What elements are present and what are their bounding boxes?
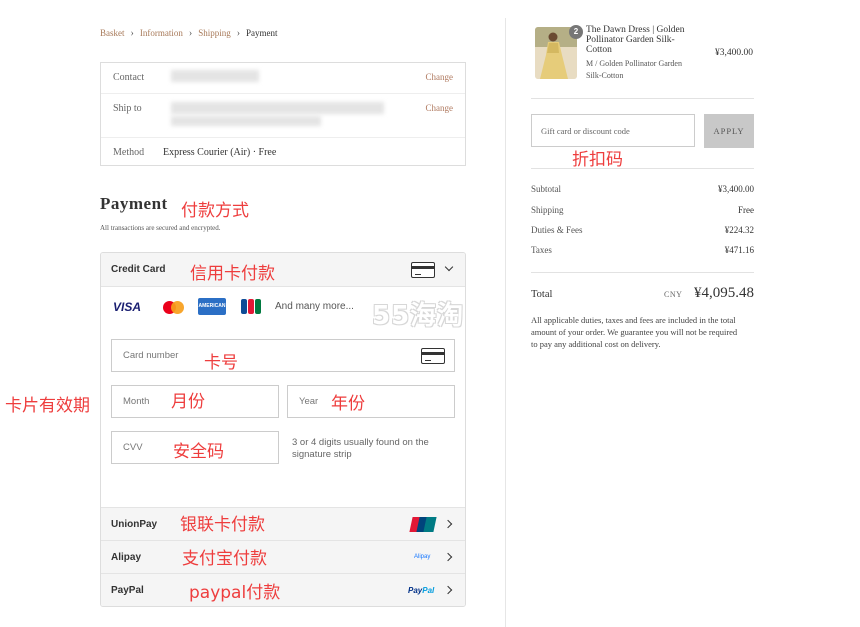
unionpay-label: UnionPay	[111, 519, 158, 530]
column-divider	[505, 18, 506, 627]
contact-value-redacted	[171, 70, 259, 82]
gift-card-field[interactable]	[531, 114, 695, 147]
quantity-badge: 2	[569, 25, 583, 39]
annotation-paypal: paypal付款	[189, 583, 281, 603]
visa-logo: VISA	[113, 300, 142, 314]
watermark: 55海淘	[372, 301, 465, 331]
jcb-logo	[241, 299, 261, 314]
annotation-discount: 折扣码	[572, 150, 623, 170]
year-input[interactable]	[288, 386, 454, 417]
total-value: ¥4,095.48	[694, 285, 754, 301]
annotation-year: 年份	[331, 394, 365, 414]
payment-method-paypal[interactable]: PayPal PayPal	[101, 573, 465, 606]
method-value: Express Courier (Air) · Free	[163, 147, 277, 158]
chevron-right-icon: ›	[130, 28, 134, 39]
taxes-label: Taxes	[531, 245, 552, 255]
breadcrumb-shipping[interactable]: Shipping	[198, 28, 231, 38]
credit-card-icon	[411, 262, 435, 278]
card-number-input[interactable]	[112, 340, 454, 371]
credit-card-label: Credit Card	[111, 264, 166, 275]
change-contact-link[interactable]: Change	[426, 72, 454, 82]
subtotal-value: ¥3,400.00	[718, 184, 754, 194]
duties-label: Duties & Fees	[531, 225, 583, 235]
ship-to-row: Ship to Change	[101, 93, 465, 137]
summary-divider	[531, 272, 754, 273]
annotation-alipay: 支付宝付款	[182, 549, 267, 569]
cvv-hint: 3 or 4 digits usually found on the signa…	[292, 437, 429, 460]
method-label: Method	[113, 147, 145, 158]
address-redacted-line2	[171, 116, 321, 126]
annotation-credit-card: 信用卡付款	[190, 264, 275, 284]
annotation-expiry: 卡片有效期	[5, 396, 90, 416]
chevron-down-icon[interactable]	[444, 262, 454, 272]
checkout-info-box: Contact Change Ship to Change Method Exp…	[100, 62, 466, 166]
annotation-month: 月份	[171, 392, 205, 412]
mastercard-logo	[163, 301, 185, 314]
expiry-year-field[interactable]	[287, 385, 455, 418]
taxes-value: ¥471.16	[724, 245, 754, 255]
chevron-right-icon: ›	[188, 28, 193, 39]
shipping-label: Shipping	[531, 205, 564, 215]
summary-divider	[531, 98, 754, 99]
product-price: ¥3,400.00	[715, 48, 753, 58]
amex-logo: AMERICAN EXPRESS	[198, 298, 226, 326]
total-label: Total	[531, 289, 553, 300]
annotation-unionpay: 银联卡付款	[180, 515, 265, 535]
total-currency: CNY	[664, 290, 683, 299]
address-redacted	[171, 102, 384, 114]
alipay-logo: Alipay	[414, 554, 431, 560]
contact-label: Contact	[113, 72, 145, 83]
breadcrumb-information[interactable]: Information	[140, 28, 183, 38]
payment-title: Payment	[100, 194, 168, 213]
paypal-logo: PayPal	[408, 586, 435, 595]
contact-row: Contact Change	[101, 63, 465, 93]
chevron-right-icon	[443, 552, 453, 562]
shipping-value: Free	[738, 205, 754, 215]
chevron-right-icon	[443, 519, 453, 529]
more-brands-text: And many more...	[275, 301, 354, 312]
total-note: All applicable duties, taxes and fees ar…	[531, 315, 738, 349]
payment-subtitle: All transactions are secured and encrypt…	[100, 224, 221, 232]
payment-method-unionpay[interactable]: UnionPay	[101, 507, 465, 540]
duties-row: Duties & Fees ¥224.32	[531, 225, 754, 239]
breadcrumb-basket[interactable]: Basket	[100, 28, 125, 38]
product-name: The Dawn Dress | Golden Pollinator Garde…	[586, 25, 685, 55]
annotation-card-number: 卡号	[204, 353, 238, 373]
summary-divider	[531, 168, 754, 169]
gift-card-input[interactable]	[532, 115, 694, 146]
taxes-row: Taxes ¥471.16	[531, 245, 754, 259]
card-number-field[interactable]	[111, 339, 455, 372]
breadcrumb-payment: Payment	[246, 28, 278, 38]
ship-to-label: Ship to	[113, 103, 142, 114]
change-ship-link[interactable]: Change	[426, 103, 454, 113]
credit-card-header[interactable]: Credit Card	[101, 253, 465, 287]
paypal-label: PayPal	[111, 585, 144, 596]
product-variant: M / Golden Pollinator Garden Silk-Cotton	[586, 59, 682, 80]
payment-method-alipay[interactable]: Alipay Alipay	[101, 540, 465, 573]
method-row: Method Express Courier (Air) · Free	[101, 137, 465, 167]
shipping-row: Shipping Free	[531, 205, 754, 219]
chevron-right-icon: ›	[236, 28, 241, 39]
annotation-cvv: 安全码	[173, 442, 224, 462]
card-number-icon	[421, 348, 445, 364]
unionpay-logo	[409, 517, 437, 532]
duties-value: ¥224.32	[724, 225, 754, 235]
annotation-payment-method: 付款方式	[181, 201, 249, 221]
chevron-right-icon	[443, 585, 453, 595]
alipay-label: Alipay	[111, 552, 142, 563]
apply-button[interactable]: APPLY	[704, 114, 754, 148]
subtotal-label: Subtotal	[531, 184, 562, 194]
subtotal-row: Subtotal ¥3,400.00	[531, 184, 754, 198]
breadcrumb: Basket › Information › Shipping › Payment	[100, 28, 278, 39]
